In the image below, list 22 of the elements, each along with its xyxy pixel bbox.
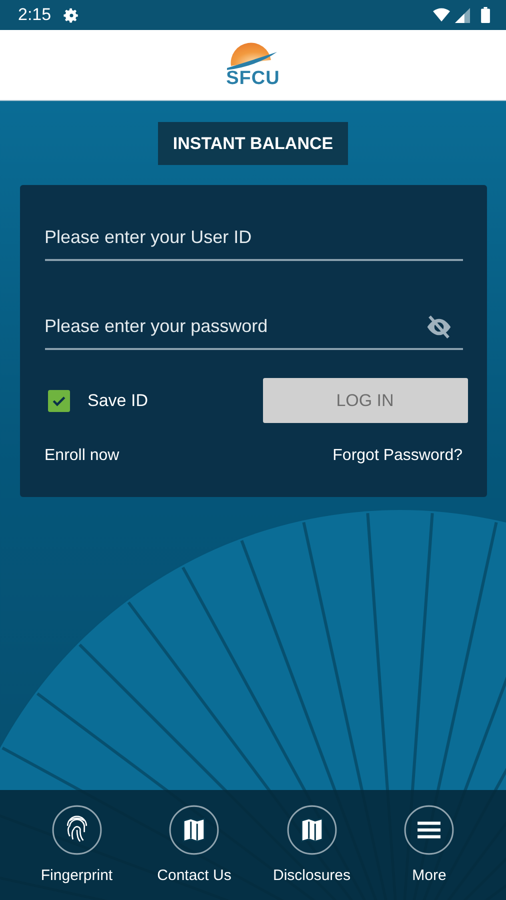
status-time: 2:15 [18, 5, 52, 25]
map-icon [169, 805, 220, 855]
user-id-field[interactable]: Please enter your User ID [44, 215, 462, 261]
nav-item[interactable]: Disclosures [256, 805, 367, 900]
fingerprint-icon [52, 805, 102, 855]
logo: SFCU [223, 40, 283, 90]
save-id-checkbox[interactable] [48, 390, 70, 412]
instant-balance-button[interactable]: INSTANT BALANCE [158, 122, 348, 165]
nav-item[interactable]: Contact Us [139, 805, 250, 900]
enroll-link[interactable]: Enroll now [44, 447, 120, 465]
nav-item[interactable]: Fingerprint [22, 805, 132, 900]
wifi-icon [433, 8, 450, 22]
password-field[interactable]: Please enter your password [44, 304, 462, 350]
settings-icon [63, 6, 80, 24]
save-id-label: Save ID [88, 390, 148, 410]
signal-icon [454, 8, 471, 22]
nav-item[interactable]: More [374, 805, 484, 900]
forgot-password-link[interactable]: Forgot Password? [332, 447, 462, 465]
eye-icon[interactable] [424, 313, 452, 341]
battery-icon [481, 7, 490, 23]
menu-icon [404, 805, 454, 855]
map-icon [286, 805, 337, 855]
